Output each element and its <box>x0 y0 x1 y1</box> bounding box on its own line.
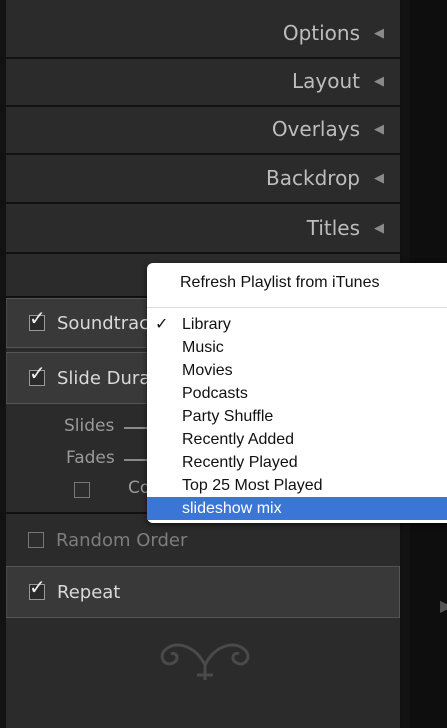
section-label: Overlays <box>271 117 360 141</box>
color-checkbox[interactable] <box>74 482 90 498</box>
soundtrack-label: Soundtrac <box>57 312 150 334</box>
checkmark-icon: ✓ <box>29 361 46 385</box>
menu-item-movies[interactable]: Movies <box>147 359 447 382</box>
section-header-options[interactable]: Options ◀ <box>6 8 400 58</box>
menu-item-podcasts[interactable]: Podcasts <box>147 382 447 405</box>
section-label: Options <box>282 21 360 45</box>
slide-duration-checkbox[interactable]: ✓ <box>29 363 46 386</box>
panel-end-ornament-icon <box>160 643 250 680</box>
menu-item-label: Party Shuffle <box>182 408 274 425</box>
menu-item-music[interactable]: Music <box>147 336 447 359</box>
menu-item-label: Refresh Playlist from iTunes <box>180 274 380 291</box>
random-order-label: Random Order <box>56 529 188 551</box>
soundtrack-checkbox[interactable]: ✓ <box>29 308 46 331</box>
lightroom-slideshow-panel: Options ◀ Layout ◀ Overlays ◀ Backdrop ◀… <box>0 0 447 728</box>
menu-item-recently-added[interactable]: Recently Added <box>147 428 447 451</box>
divider <box>6 252 400 254</box>
menu-item-top-25-most-played[interactable]: Top 25 Most Played <box>147 474 447 497</box>
expand-right-icon[interactable]: ▶ <box>440 596 447 615</box>
collapse-triangle-icon: ◀ <box>374 170 384 186</box>
menu-item-label: Recently Added <box>182 431 295 448</box>
section-label: Titles <box>306 216 360 240</box>
collapse-triangle-icon: ◀ <box>374 220 384 236</box>
menu-item-library[interactable]: ✓ Library <box>147 313 447 336</box>
menu-item-label: Recently Played <box>182 454 298 471</box>
slide-duration-label: Slide Dura <box>57 367 151 389</box>
menu-item-label: Music <box>182 339 224 356</box>
checkmark-icon: ✓ <box>155 316 169 333</box>
menu-item-slideshow-mix[interactable]: slideshow mix <box>147 497 447 520</box>
checkmark-icon: ✓ <box>29 575 46 599</box>
collapse-triangle-icon: ◀ <box>374 73 384 89</box>
collapse-triangle-icon: ◀ <box>374 121 384 137</box>
menu-item-label: slideshow mix <box>182 500 282 517</box>
menu-item-recently-played[interactable]: Recently Played <box>147 451 447 474</box>
section-header-overlays[interactable]: Overlays ◀ <box>6 104 400 154</box>
playlist-popup-menu: Refresh Playlist from iTunes ✓ Library M… <box>147 263 447 523</box>
random-order-row: Random Order <box>6 518 400 562</box>
random-order-checkbox[interactable] <box>28 532 44 548</box>
section-header-titles[interactable]: Titles ◀ <box>6 203 400 253</box>
collapse-triangle-icon: ◀ <box>374 25 384 41</box>
menu-item-label: Library <box>182 316 231 333</box>
section-header-backdrop[interactable]: Backdrop ◀ <box>6 153 400 203</box>
repeat-checkbox[interactable]: ✓ <box>29 577 46 600</box>
menu-item-party-shuffle[interactable]: Party Shuffle <box>147 405 447 428</box>
menu-item-label: Podcasts <box>182 385 248 402</box>
section-header-layout[interactable]: Layout ◀ <box>6 56 400 106</box>
repeat-label: Repeat <box>57 581 121 603</box>
section-label: Backdrop <box>266 166 360 190</box>
menu-separator <box>147 307 447 308</box>
menu-item-label: Movies <box>182 362 233 379</box>
slides-label: Slides <box>64 416 115 436</box>
menu-item-label: Top 25 Most Played <box>182 477 323 494</box>
checkmark-icon: ✓ <box>29 306 46 330</box>
section-label: Layout <box>292 69 360 93</box>
repeat-row: ✓ Repeat <box>6 566 400 618</box>
menu-item-refresh-playlist[interactable]: Refresh Playlist from iTunes <box>147 271 447 294</box>
fades-label: Fades <box>66 448 115 468</box>
